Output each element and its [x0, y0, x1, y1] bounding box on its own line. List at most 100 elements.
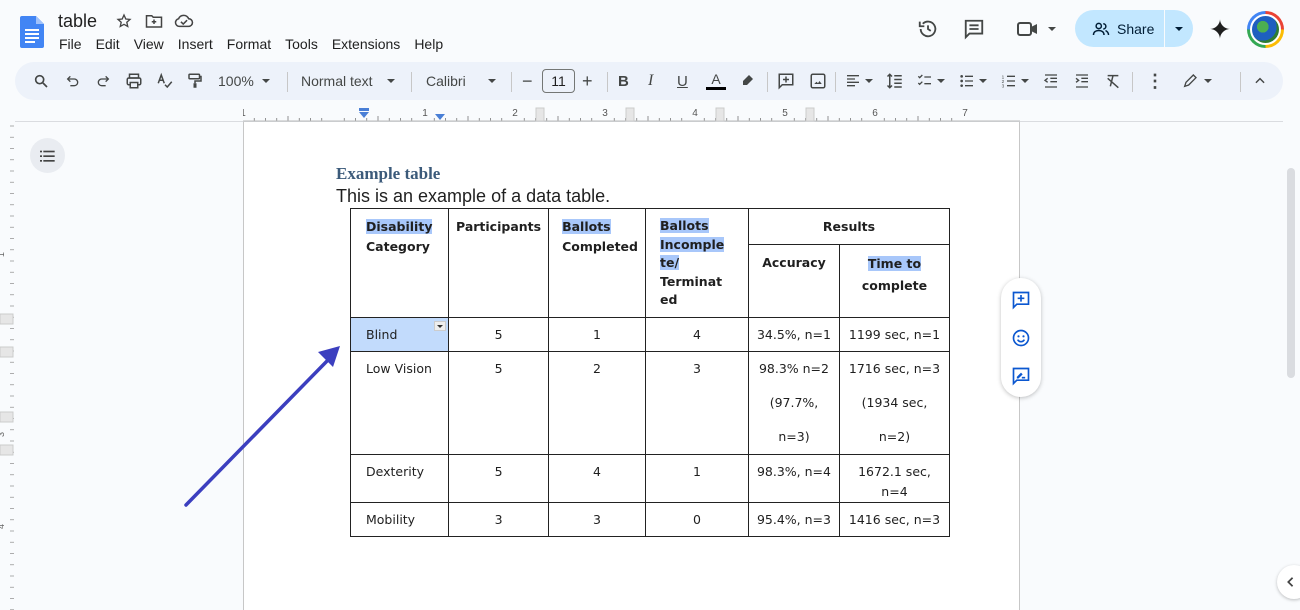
horizontal-ruler[interactable]: 1 1 2 3 4 5 6 7 [243, 106, 1020, 122]
hide-menus-chevron-up-icon[interactable] [1253, 62, 1267, 100]
cell-completed[interactable]: 4 [548, 454, 646, 503]
column-marker-handle[interactable] [625, 107, 635, 122]
line-spacing-icon[interactable] [886, 62, 904, 100]
insert-link-comment-icon[interactable] [777, 62, 795, 100]
gemini-icon[interactable] [1207, 16, 1233, 42]
cell-category[interactable]: Blind [350, 317, 449, 352]
align-select[interactable] [845, 62, 873, 100]
menu-file[interactable]: File [52, 36, 89, 52]
redo-icon[interactable] [95, 62, 111, 100]
emoji-reaction-icon[interactable] [1010, 327, 1032, 349]
cell-category[interactable]: Mobility [350, 502, 449, 537]
undo-icon[interactable] [65, 62, 81, 100]
side-panel-toggle-button[interactable] [1277, 565, 1300, 599]
header-time-to-complete[interactable]: Time to complete [838, 244, 950, 318]
cell-time[interactable]: 1416 sec, n=3 [838, 502, 950, 537]
highlight-color-icon[interactable] [739, 62, 755, 100]
left-indent-marker[interactable] [359, 112, 369, 118]
search-menus-icon[interactable] [33, 62, 49, 100]
cell-dropdown-chevron-icon[interactable] [434, 321, 446, 331]
cell-accuracy[interactable]: 34.5%, n=1 [747, 317, 840, 352]
increase-font-size-button[interactable]: + [582, 62, 593, 100]
spellcheck-icon[interactable] [156, 62, 174, 100]
column-marker-handle[interactable] [805, 107, 815, 122]
cell-incomplete[interactable]: 1 [644, 454, 749, 503]
numbered-list-select[interactable]: 123 [1001, 62, 1029, 100]
more-options-icon[interactable]: ⋮ [1146, 62, 1164, 100]
cell-accuracy[interactable]: 95.4%, n=3 [747, 502, 840, 537]
first-line-indent-marker[interactable] [359, 108, 369, 111]
cell-time[interactable]: 1672.1 sec, n=4 [838, 454, 950, 503]
row-marker-handle[interactable] [0, 313, 14, 325]
document-outline-button[interactable] [30, 138, 65, 173]
row-marker-handle[interactable] [0, 346, 14, 358]
cell-time[interactable]: 1716 sec, n=3 (1934 sec, n=2) [838, 351, 950, 455]
editing-mode-select[interactable] [1182, 62, 1212, 100]
font-size-input[interactable]: 11 [542, 69, 575, 93]
user-avatar[interactable] [1247, 11, 1284, 48]
header-accuracy[interactable]: Accuracy [747, 244, 840, 318]
cloud-saved-icon[interactable] [174, 11, 194, 31]
column-marker-handle[interactable] [715, 107, 725, 122]
cell-completed[interactable]: 2 [548, 351, 646, 455]
cell-category[interactable]: Low Vision [350, 351, 449, 455]
cell-participants[interactable]: 5 [447, 351, 550, 455]
header-disability-category[interactable]: Disability Category [350, 208, 449, 318]
insert-image-icon[interactable] [809, 62, 827, 100]
vertical-scrollbar[interactable] [1287, 168, 1295, 378]
version-history-icon[interactable] [916, 17, 940, 41]
move-folder-icon[interactable] [144, 11, 164, 31]
menu-tools[interactable]: Tools [278, 36, 325, 52]
cell-incomplete[interactable]: 4 [644, 317, 749, 352]
bold-icon[interactable]: B [618, 62, 629, 100]
underline-icon[interactable]: U [677, 62, 688, 100]
text-color-icon[interactable]: A [706, 62, 726, 100]
star-icon[interactable] [114, 11, 134, 31]
add-comment-icon[interactable] [1010, 289, 1032, 311]
data-table[interactable]: Disability Category Participants Ballots C… [350, 208, 950, 537]
row-marker-handle[interactable] [0, 444, 14, 456]
menu-help[interactable]: Help [407, 36, 450, 52]
cell-participants[interactable]: 5 [447, 317, 550, 352]
header-participants[interactable]: Participants [447, 208, 550, 318]
italic-icon[interactable]: I [648, 62, 653, 100]
menu-edit[interactable]: Edit [89, 36, 127, 52]
font-select[interactable]: Calibri [426, 62, 496, 100]
zoom-select[interactable]: 100% [218, 62, 270, 100]
cell-completed[interactable]: 3 [548, 502, 646, 537]
print-icon[interactable] [125, 62, 143, 100]
header-results[interactable]: Results [747, 208, 950, 245]
increase-indent-icon[interactable] [1074, 62, 1090, 100]
row-marker-handle[interactable] [0, 411, 14, 423]
vertical-ruler[interactable]: 1 3 4 [0, 122, 15, 610]
paint-format-icon[interactable] [186, 62, 204, 100]
comments-icon[interactable] [962, 17, 986, 41]
cell-participants[interactable]: 5 [447, 454, 550, 503]
menu-extensions[interactable]: Extensions [325, 36, 407, 52]
cell-incomplete[interactable]: 3 [644, 351, 749, 455]
cell-indent-marker[interactable] [435, 114, 445, 120]
decrease-indent-icon[interactable] [1043, 62, 1059, 100]
cell-incomplete[interactable]: 0 [644, 502, 749, 537]
header-ballots-incomplete[interactable]: Ballots Incomple te/Terminat ed [644, 208, 749, 318]
cell-accuracy[interactable]: 98.3% n=2 (97.7%, n=3) [747, 351, 840, 455]
column-marker-handle[interactable] [535, 107, 545, 122]
meet-button[interactable] [1014, 17, 1058, 41]
header-ballots-completed[interactable]: Ballots Completed [548, 208, 646, 318]
decrease-font-size-button[interactable]: − [522, 62, 533, 100]
checklist-select[interactable] [917, 62, 945, 100]
cell-category[interactable]: Dexterity [350, 454, 449, 503]
menu-view[interactable]: View [127, 36, 171, 52]
bulleted-list-select[interactable] [959, 62, 987, 100]
google-docs-logo-icon[interactable] [20, 16, 44, 48]
share-options-button[interactable] [1165, 26, 1193, 31]
clear-formatting-icon[interactable] [1105, 62, 1121, 100]
share-button[interactable]: Share [1075, 10, 1165, 47]
document-title[interactable]: table [58, 11, 97, 32]
paragraph-style-select[interactable]: Normal text [301, 62, 395, 100]
cell-accuracy[interactable]: 98.3%, n=4 [747, 454, 840, 503]
cell-participants[interactable]: 3 [447, 502, 550, 537]
suggest-edits-icon[interactable] [1010, 365, 1032, 387]
menu-insert[interactable]: Insert [171, 36, 220, 52]
cell-completed[interactable]: 1 [548, 317, 646, 352]
